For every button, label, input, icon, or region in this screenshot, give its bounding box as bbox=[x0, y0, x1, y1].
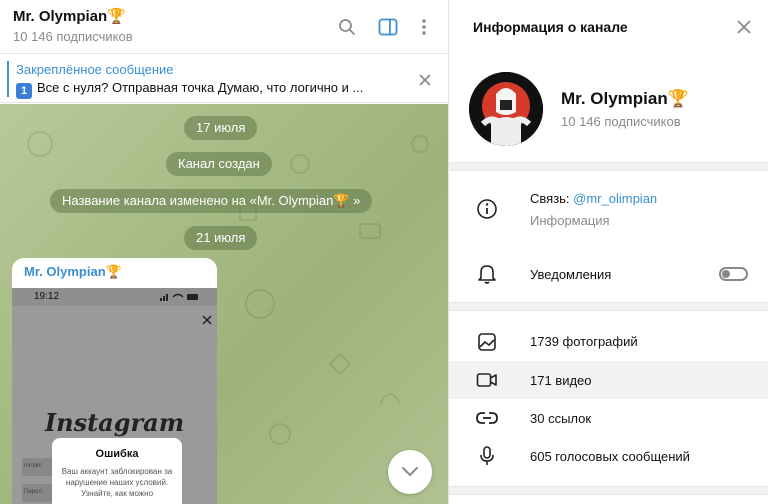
chat-pane: Mr. Olympian🏆 10 146 подписчиков Закрепл… bbox=[0, 0, 448, 504]
chevron-down-icon bbox=[402, 467, 418, 476]
chat-header[interactable]: Mr. Olympian🏆 10 146 подписчиков bbox=[0, 0, 448, 54]
section-divider bbox=[449, 162, 768, 171]
channel-post[interactable]: Mr. Olympian🏆 19:12 Instagram mrolim Пар… bbox=[12, 258, 217, 504]
scroll-down-button[interactable] bbox=[388, 450, 432, 494]
info-icon bbox=[475, 197, 499, 221]
microphone-icon bbox=[475, 444, 499, 468]
phone-time: 19:12 bbox=[34, 291, 60, 302]
channel-avatar[interactable] bbox=[469, 72, 543, 146]
media-row-label: 30 ссылок bbox=[530, 411, 592, 426]
contact-link[interactable]: @mr_olimpian bbox=[573, 191, 657, 206]
post-author[interactable]: Mr. Olympian🏆 bbox=[24, 264, 122, 280]
close-icon[interactable] bbox=[412, 67, 438, 93]
pinned-text: 1 Все с нуля? Отправная точка Думаю, что … bbox=[16, 80, 396, 99]
chat-subscriber-count: 10 146 подписчиков bbox=[13, 29, 133, 44]
search-icon[interactable] bbox=[334, 14, 360, 40]
error-dialog: Ошибка Ваш аккаунт заблокирован за наруш… bbox=[52, 438, 182, 504]
info-panel-title: Информация о канале bbox=[473, 19, 628, 35]
media-row-videos[interactable]: 171 видео bbox=[449, 361, 768, 399]
date-pill: 21 июля bbox=[184, 226, 258, 250]
post-author-name: Mr. Olympian bbox=[24, 264, 106, 279]
trophy-icon: 🏆 bbox=[107, 8, 126, 25]
phone-status-bar: 19:12 bbox=[12, 288, 217, 306]
channel-name-text: Mr. Olympian bbox=[561, 89, 668, 108]
section-divider bbox=[449, 302, 768, 311]
trophy-icon: 🏆 bbox=[667, 89, 689, 108]
channel-subscriber-count: 10 146 подписчиков bbox=[561, 114, 681, 129]
service-message: Канал создан bbox=[166, 152, 272, 176]
close-icon bbox=[202, 315, 212, 325]
media-row-voice[interactable]: 605 голосовых сообщений bbox=[449, 437, 768, 475]
link-icon bbox=[475, 406, 499, 430]
phone-signal-icon bbox=[160, 293, 198, 301]
section-divider bbox=[449, 486, 768, 495]
dialog-title: Ошибка bbox=[95, 448, 139, 460]
toggle-knob bbox=[722, 270, 730, 278]
channel-name: Mr. Olympian🏆 bbox=[561, 89, 689, 109]
instagram-logo: Instagram bbox=[44, 408, 185, 437]
dialog-text: Ваш аккаунт заблокирован за нарушение на… bbox=[61, 467, 173, 498]
pinned-text-content: Все с нуля? Отправная точка Думаю, что л… bbox=[37, 80, 364, 95]
pinned-title: Закреплённое сообщение bbox=[16, 62, 174, 77]
media-row-label: 1739 фотографий bbox=[530, 334, 638, 349]
pinned-message-bar[interactable]: Закреплённое сообщение 1 Все с нуля? Отпр… bbox=[0, 55, 448, 103]
more-vertical-icon[interactable] bbox=[411, 14, 437, 40]
contact-row: Связь: @mr_olimpian bbox=[530, 191, 657, 206]
keycap-one-icon: 1 bbox=[16, 83, 32, 99]
chat-title-text: Mr. Olympian bbox=[13, 8, 108, 25]
chat-wallpaper: 17 июля Канал создан Название канала изм… bbox=[0, 104, 448, 504]
trophy-icon: 🏆 bbox=[105, 264, 122, 279]
chat-title[interactable]: Mr. Olympian🏆 bbox=[13, 7, 126, 25]
sidebar-toggle-icon[interactable] bbox=[375, 14, 401, 40]
video-icon bbox=[475, 368, 499, 392]
media-row-label: 171 видео bbox=[530, 373, 592, 388]
date-pill: 17 июля bbox=[184, 116, 258, 140]
media-row-photos[interactable]: 1739 фотографий bbox=[449, 323, 768, 361]
channel-info-panel: Информация о канале Mr. Olympian🏆 10 146… bbox=[449, 0, 768, 504]
notifications-toggle[interactable] bbox=[719, 267, 748, 281]
service-message: Название канала изменено на «Mr. Olympia… bbox=[50, 189, 373, 213]
photo-icon bbox=[475, 330, 499, 354]
notifications-label: Уведомления bbox=[530, 267, 612, 282]
contact-label: Связь: bbox=[530, 191, 574, 206]
media-row-links[interactable]: 30 ссылок bbox=[449, 399, 768, 437]
post-image[interactable]: 19:12 Instagram mrolim Парол Ошибка Ваш … bbox=[12, 288, 217, 504]
pinned-indicator bbox=[7, 61, 9, 97]
contact-sublabel: Информация bbox=[530, 213, 610, 228]
bell-icon bbox=[475, 262, 499, 286]
close-icon[interactable] bbox=[733, 16, 755, 38]
media-row-label: 605 голосовых сообщений bbox=[530, 449, 690, 464]
